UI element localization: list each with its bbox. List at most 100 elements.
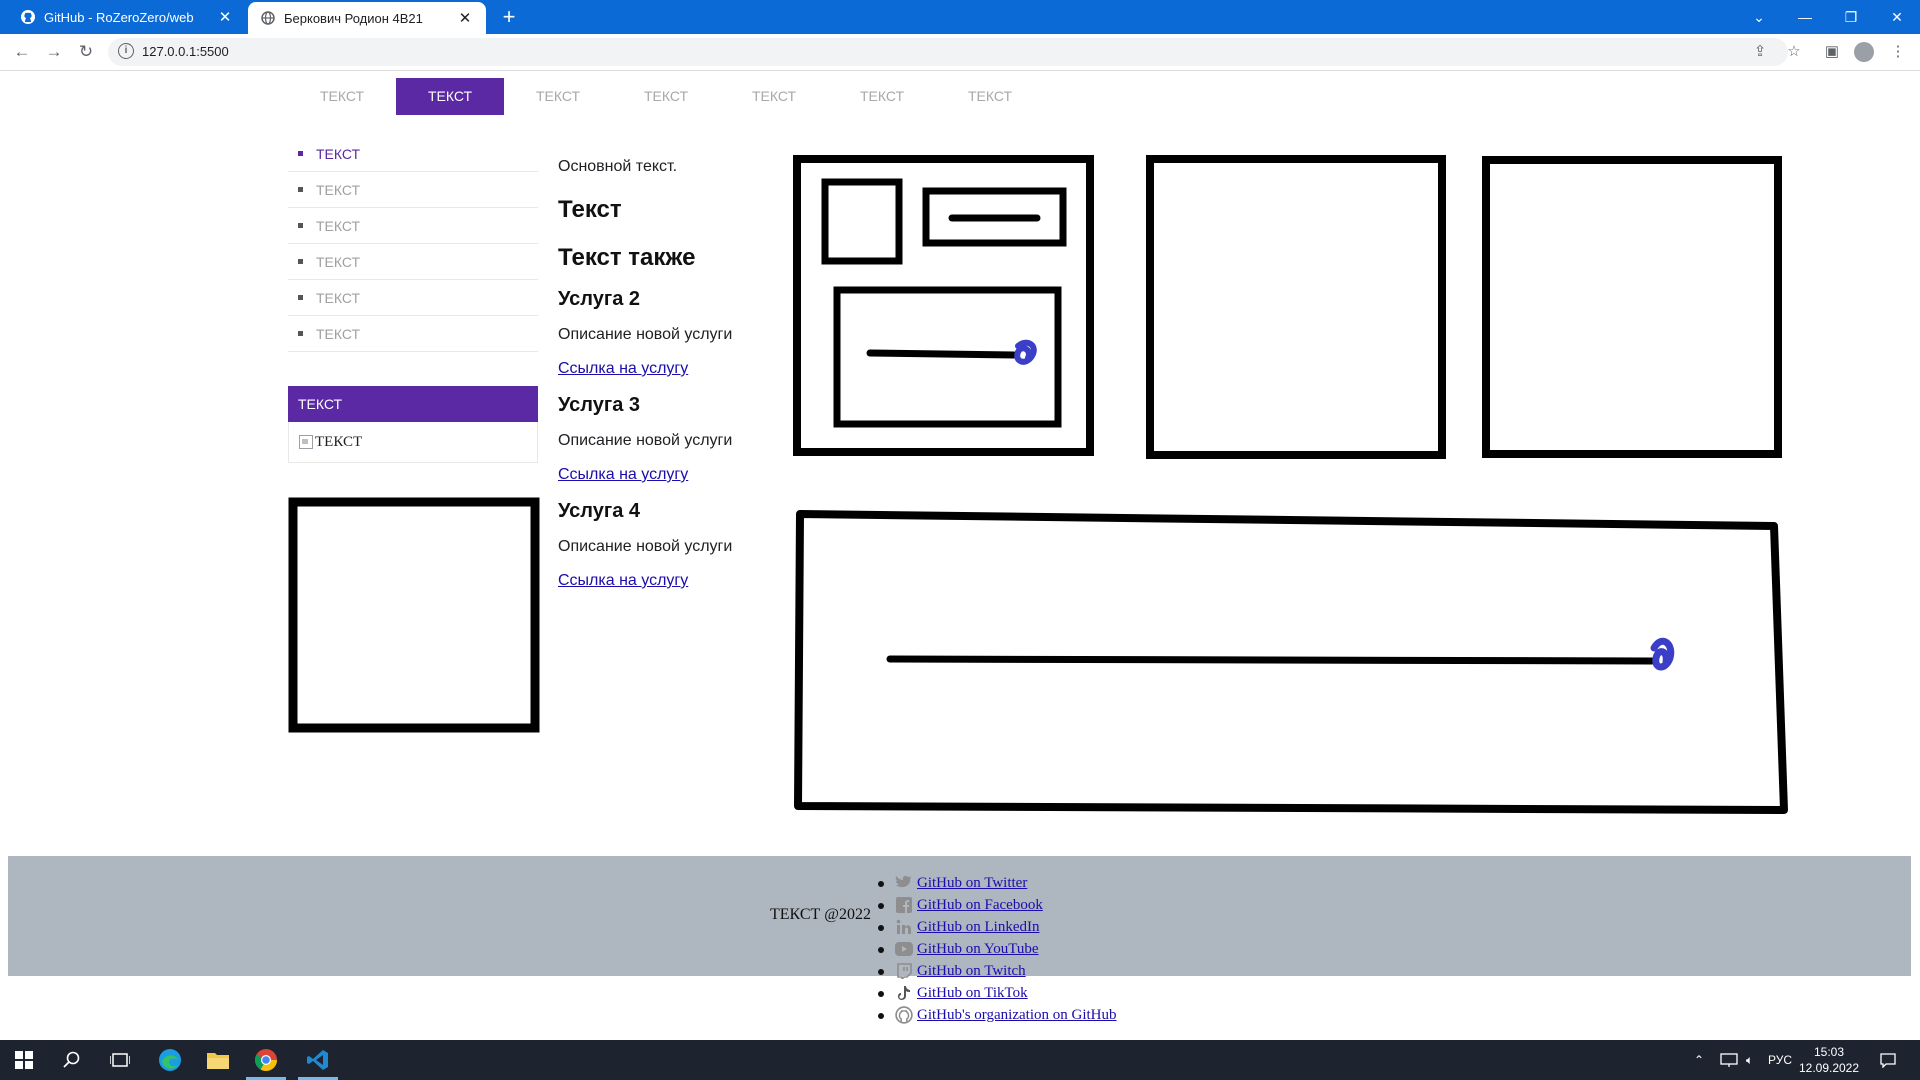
tab-title: GitHub - RoZeroZero/web: [44, 9, 194, 25]
list-item: GitHub's organization on GitHub: [878, 1004, 1117, 1026]
list-item: GitHub on Twitch: [878, 960, 1117, 982]
service-title: Услуга 3: [558, 394, 641, 416]
service-link[interactable]: Ссылка на услугу: [558, 572, 758, 594]
file-explorer-icon[interactable]: [194, 1040, 242, 1080]
nav-item-active[interactable]: ТЕКСТ: [396, 78, 504, 115]
edge-browser-icon[interactable]: [146, 1040, 194, 1080]
address-bar[interactable]: i 127.0.0.1:5500 ⇪: [108, 38, 1788, 66]
sidebar-item-label: ТЕКСТ: [316, 217, 361, 234]
nav-item[interactable]: ТЕКСТ: [612, 78, 720, 115]
tray-chevron-icon[interactable]: ⌃: [1694, 1040, 1704, 1080]
service-description: Описание новой услуги: [558, 538, 733, 555]
bullet-icon: [298, 331, 303, 336]
tab-search-icon[interactable]: ⌄: [1736, 0, 1782, 34]
restore-button[interactable]: ❐: [1828, 0, 1874, 34]
service-title: Услуга 2: [558, 288, 641, 310]
footer-link-github-org[interactable]: GitHub's organization on GitHub: [917, 1007, 1117, 1024]
list-item: GitHub on TikTok: [878, 982, 1117, 1004]
sidebar-item-label: ТЕКСТ: [316, 325, 361, 342]
windows-taskbar: ⌃ 🔈︎ РУС 15:03 12.09.2022: [0, 1040, 1920, 1080]
bookmark-star-icon[interactable]: ☆: [1782, 40, 1806, 64]
chrome-browser-icon[interactable]: [242, 1040, 290, 1080]
side-panel-icon[interactable]: ▣: [1820, 40, 1844, 64]
sidebar-item-label: ТЕКСТ: [316, 289, 361, 306]
github-icon: [20, 9, 36, 25]
sidebar-panel: ТЕКСТ ТЕКСТ: [288, 386, 538, 463]
youtube-icon: [894, 940, 914, 958]
github-icon: [894, 1006, 914, 1024]
close-icon[interactable]: ✕: [216, 8, 234, 26]
bullet-icon: [298, 187, 303, 192]
language-indicator[interactable]: РУС: [1768, 1040, 1792, 1080]
network-icon[interactable]: [1720, 1040, 1738, 1080]
back-icon[interactable]: ←: [10, 40, 34, 64]
clock-date: 12.09.2022: [1798, 1061, 1860, 1075]
panel-title: ТЕКСТ: [288, 386, 538, 422]
minimize-button[interactable]: —: [1782, 0, 1828, 34]
notification-icon[interactable]: [1880, 1040, 1896, 1080]
sidebar-item[interactable]: ТЕКСТ: [288, 208, 538, 244]
bullet-icon: [298, 259, 303, 264]
wireframe-sketch-image: [793, 155, 1094, 456]
task-view-icon[interactable]: [96, 1040, 144, 1080]
footer-link-facebook[interactable]: GitHub on Facebook: [917, 897, 1043, 914]
footer-link-twitch[interactable]: GitHub on Twitch: [917, 963, 1026, 980]
sidebar-item[interactable]: ТЕКСТ: [288, 244, 538, 280]
forward-icon[interactable]: →: [42, 40, 66, 64]
twitter-icon: [894, 874, 914, 892]
footer-copyright: ТЕКСТ @2022: [770, 906, 871, 923]
footer-link-linkedin[interactable]: GitHub on LinkedIn: [917, 919, 1039, 936]
nav-item[interactable]: ТЕКСТ: [504, 78, 612, 115]
footer-link-tiktok[interactable]: GitHub on TikTok: [917, 985, 1028, 1002]
bullet-icon: [298, 295, 303, 300]
tab-title: Беркович Родион 4В21: [284, 10, 423, 26]
info-icon[interactable]: i: [118, 43, 134, 59]
sidebar-item[interactable]: ТЕКСТ: [288, 280, 538, 316]
menu-dots-icon[interactable]: ⋮: [1886, 40, 1910, 64]
globe-icon: [260, 10, 276, 26]
image-alt-text: ТЕКСТ: [315, 433, 363, 450]
nav-item[interactable]: ТЕКСТ: [720, 78, 828, 115]
sidebar-item[interactable]: ТЕКСТ: [288, 316, 538, 352]
slider-sketch-image: [794, 510, 1788, 814]
search-icon[interactable]: [48, 1040, 96, 1080]
clock-time: 15:03: [1813, 1045, 1845, 1059]
footer-link-youtube[interactable]: GitHub on YouTube: [917, 941, 1039, 958]
close-icon[interactable]: ✕: [456, 9, 474, 27]
sidebar-item-active[interactable]: ТЕКСТ: [288, 136, 538, 172]
heading-primary: Текст: [558, 196, 622, 223]
share-icon[interactable]: ⇪: [1748, 40, 1772, 64]
list-item: GitHub on YouTube: [878, 938, 1117, 960]
nav-item[interactable]: ТЕКСТ: [828, 78, 936, 115]
sidebar-item[interactable]: ТЕКСТ: [288, 172, 538, 208]
close-window-button[interactable]: ✕: [1874, 0, 1920, 34]
browser-tab-active[interactable]: Беркович Родион 4В21 ✕: [248, 2, 486, 34]
windows-start-icon[interactable]: [0, 1040, 48, 1080]
service-description: Описание новой услуги: [558, 432, 733, 449]
list-item: GitHub on Twitter: [878, 872, 1117, 894]
sketch-square-image: [1146, 155, 1446, 459]
browser-toolbar: ← → ↻ i 127.0.0.1:5500 ⇪ ☆ ▣ ⋮: [0, 34, 1920, 71]
list-item: GitHub on Facebook: [878, 894, 1117, 916]
browser-tab-strip: GitHub - RoZeroZero/web ✕ Беркович Родио…: [0, 0, 1920, 34]
browser-tab-github[interactable]: GitHub - RoZeroZero/web ✕: [8, 0, 246, 34]
sketch-square-image: [1482, 156, 1782, 458]
service-link[interactable]: Ссылка на услугу: [558, 466, 758, 488]
panel-body: ТЕКСТ: [288, 422, 538, 463]
nav-item[interactable]: ТЕКСТ: [288, 78, 396, 115]
broken-image-icon: [299, 435, 313, 449]
volume-icon[interactable]: 🔈︎: [1746, 1040, 1753, 1080]
service-title: Услуга 4: [558, 500, 641, 522]
reload-icon[interactable]: ↻: [74, 40, 98, 64]
twitch-icon: [894, 962, 914, 980]
sidebar-item-label: ТЕКСТ: [316, 253, 361, 270]
nav-item[interactable]: ТЕКСТ: [936, 78, 1044, 115]
footer-link-twitter[interactable]: GitHub on Twitter: [917, 875, 1027, 892]
taskbar-clock[interactable]: 15:03 12.09.2022: [1794, 1044, 1864, 1076]
vscode-icon[interactable]: [294, 1040, 342, 1080]
new-tab-button[interactable]: +: [496, 4, 522, 30]
bullet-icon: [298, 223, 303, 228]
profile-avatar[interactable]: [1854, 42, 1874, 62]
service-link[interactable]: Ссылка на услугу: [558, 360, 758, 382]
list-item: GitHub on LinkedIn: [878, 916, 1117, 938]
